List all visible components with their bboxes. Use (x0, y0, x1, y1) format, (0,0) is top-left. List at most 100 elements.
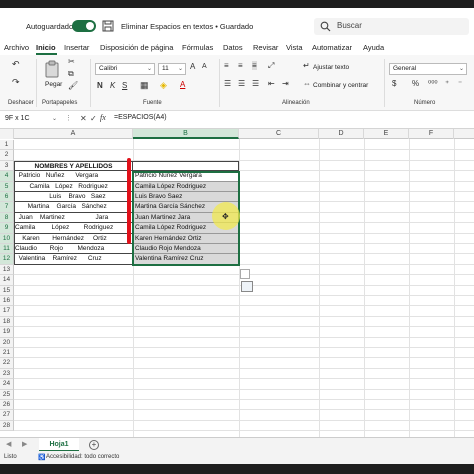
shrink-font-icon[interactable]: A (202, 63, 207, 70)
align-middle-icon[interactable]: ≡ (238, 61, 243, 70)
row-header[interactable]: 17 (0, 306, 14, 317)
chevron-down-icon[interactable]: ⌄ (52, 115, 57, 122)
table-row-original[interactable]: Juan Martinez Jara (14, 212, 133, 224)
row-header[interactable]: 21 (0, 348, 14, 359)
tab-insertar[interactable]: Insertar (64, 43, 89, 52)
table-row-original[interactable]: Camila López Rodriguez (14, 223, 133, 234)
merge-center-label[interactable]: Combinar y centrar (313, 82, 368, 89)
name-box[interactable]: 9F x 1C (2, 114, 58, 126)
column-header-e[interactable]: E (364, 129, 409, 139)
bold-icon[interactable]: N (97, 81, 103, 90)
align-right-icon[interactable]: ☰ (252, 79, 259, 88)
grow-font-icon[interactable]: A (190, 62, 195, 71)
font-color-icon[interactable]: A (180, 80, 185, 89)
percent-icon[interactable]: % (412, 79, 419, 88)
orientation-icon[interactable]: ⤢ (268, 61, 274, 71)
spreadsheet-grid[interactable]: A B C D E F 1 2 3 4 5 6 7 8 9 10 11 12 13 14 15 16 17 18 1… (0, 129, 474, 437)
font-name-select[interactable]: Calibri ⌄ (95, 63, 155, 75)
underline-icon[interactable]: S (122, 81, 127, 90)
row-header[interactable]: 5 (0, 181, 14, 192)
row-header[interactable]: 2 (0, 150, 14, 161)
align-top-icon[interactable]: ≡ (224, 61, 229, 70)
cancel-icon[interactable]: ✕ (80, 114, 87, 123)
tab-automatizar[interactable]: Automatizar (312, 43, 352, 52)
row-header[interactable]: 10 (0, 233, 14, 244)
sheet-tab-hoja1[interactable]: Hoja1 (39, 438, 79, 452)
align-bottom-icon[interactable]: ≡ (252, 61, 257, 70)
save-icon[interactable] (102, 20, 114, 32)
row-header[interactable]: 22 (0, 358, 14, 369)
row-header[interactable]: 26 (0, 400, 14, 411)
row-header[interactable]: 19 (0, 327, 14, 338)
increase-decimal-icon[interactable]: ⁺ (445, 79, 449, 88)
tab-datos[interactable]: Datos (223, 43, 243, 52)
format-painter-icon[interactable]: 🖌 (68, 81, 78, 90)
table-header-empty[interactable] (133, 160, 239, 172)
row-header[interactable]: 12 (0, 254, 14, 265)
row-header[interactable]: 13 (0, 264, 14, 276)
column-header-b[interactable]: B (133, 129, 239, 139)
wrap-text-icon[interactable]: ↵ (303, 61, 310, 70)
tab-ayuda[interactable]: Ayuda (363, 43, 384, 52)
tab-archivo[interactable]: Archivo (4, 43, 29, 52)
row-header[interactable]: 24 (0, 379, 14, 390)
row-header[interactable]: 16 (0, 296, 14, 307)
currency-icon[interactable]: $ (392, 79, 396, 88)
table-header[interactable]: NOMBRES Y APELLIDOS (14, 160, 133, 172)
row-header[interactable]: 4 (0, 171, 14, 182)
row-header[interactable]: 23 (0, 368, 14, 380)
tab-vista[interactable]: Vista (286, 43, 303, 52)
borders-icon[interactable]: ▦ (140, 80, 149, 91)
thousands-icon[interactable]: ⁰⁰⁰ (428, 79, 438, 88)
row-header[interactable]: 1 (0, 140, 14, 151)
merge-center-icon[interactable]: ⇔ (303, 79, 311, 88)
column-header-d[interactable]: D (319, 129, 364, 139)
quick-analysis-icon[interactable] (241, 281, 253, 292)
tab-formulas[interactable]: Fórmulas (182, 43, 213, 52)
select-all-corner[interactable] (0, 129, 14, 139)
paste-label[interactable]: Pegar (45, 81, 62, 88)
document-title[interactable]: Eliminar Espacios en textos • Guardado (121, 22, 253, 31)
row-header[interactable]: 9 (0, 223, 14, 234)
row-header[interactable]: 15 (0, 285, 14, 296)
wrap-text-label[interactable]: Ajustar texto (313, 64, 349, 71)
row-header[interactable]: 18 (0, 316, 14, 328)
confirm-icon[interactable]: ✓ (90, 114, 97, 123)
row-header[interactable]: 7 (0, 202, 14, 213)
redo-icon[interactable]: ↷ (12, 77, 20, 88)
table-row-original[interactable]: Valentina Ramírez Cruz (14, 254, 133, 265)
font-size-select[interactable]: 11 ⌄ (158, 63, 186, 75)
column-header-f[interactable]: F (409, 129, 454, 139)
row-header[interactable]: 6 (0, 192, 14, 203)
row-header[interactable]: 8 (0, 212, 14, 224)
row-header[interactable]: 25 (0, 389, 14, 400)
tab-inicio[interactable]: Inicio (36, 43, 56, 52)
align-center-icon[interactable]: ☰ (238, 79, 245, 88)
flash-fill-icon[interactable] (240, 269, 250, 279)
table-row-original[interactable]: Martina García Sánchez (14, 202, 133, 213)
paste-icon[interactable] (44, 60, 60, 78)
prev-sheet-icon[interactable]: ◀ (6, 440, 11, 448)
add-sheet-icon[interactable]: + (89, 440, 99, 450)
status-accessibility[interactable]: Accesibilidad: todo correcto (46, 454, 119, 460)
table-row-original[interactable]: Camila López Rodriguez (14, 181, 133, 192)
number-format-select[interactable]: General ⌄ (389, 63, 467, 75)
table-row-original[interactable]: Karen Hernández Ortiz (14, 233, 133, 244)
row-header[interactable]: 20 (0, 337, 14, 348)
row-header[interactable]: 14 (0, 275, 14, 286)
table-row-original[interactable]: Patricio Nuñez Vergara (14, 171, 133, 182)
column-header-a[interactable]: A (14, 129, 133, 139)
decrease-decimal-icon[interactable]: ⁻ (458, 79, 462, 88)
search-input[interactable]: Buscar (314, 18, 469, 35)
insert-function-icon[interactable]: fx (100, 113, 106, 122)
formula-input[interactable]: =ESPACIOS(A4) (114, 114, 167, 121)
table-row-original[interactable]: Claudio Rojo Mendoza (14, 244, 133, 255)
accessibility-icon[interactable]: ♿ (38, 454, 45, 461)
row-header[interactable]: 27 (0, 410, 14, 421)
row-header[interactable]: 28 (0, 420, 14, 432)
autosave-toggle[interactable] (72, 20, 96, 32)
undo-icon[interactable]: ↶ (12, 59, 20, 70)
row-header[interactable]: 3 (0, 160, 14, 172)
column-header-c[interactable]: C (239, 129, 319, 139)
row-header[interactable]: 11 (0, 244, 14, 255)
